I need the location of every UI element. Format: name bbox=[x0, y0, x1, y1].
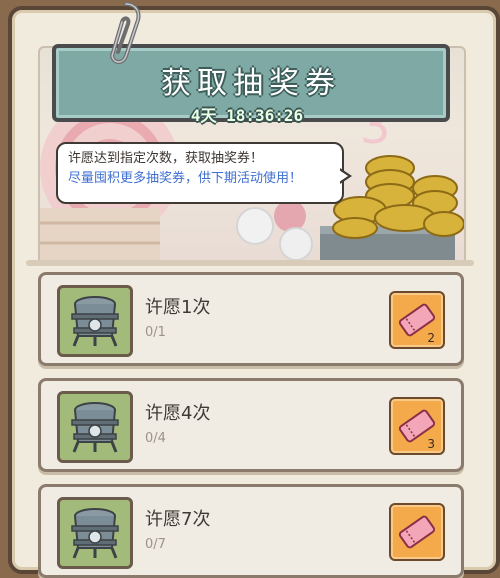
tip-line-1: 许愿达到指定次数，获取抽奖券！ bbox=[68, 151, 264, 166]
task-row-1[interactable]: 许愿1次 0/1 2 bbox=[38, 272, 464, 366]
paperclip-icon bbox=[109, 2, 141, 64]
wish-urn-icon bbox=[57, 497, 133, 569]
reward-count: 2 bbox=[427, 331, 435, 345]
wish-urn-icon bbox=[57, 391, 133, 463]
task-progress: 0/4 bbox=[145, 431, 166, 446]
reward-ticket[interactable]: 3 bbox=[389, 397, 445, 455]
task-row-3[interactable]: 许愿7次 0/7 bbox=[38, 484, 464, 578]
reward-ticket[interactable]: 2 bbox=[389, 291, 445, 349]
task-name: 许愿7次 bbox=[145, 509, 211, 530]
tip-line-2: 尽量囤积更多抽奖券，供下期活动使用！ bbox=[68, 171, 303, 186]
task-name: 许愿4次 bbox=[145, 403, 211, 424]
task-row-2[interactable]: 许愿4次 0/4 3 bbox=[38, 378, 464, 472]
task-name: 许愿1次 bbox=[145, 297, 211, 318]
reward-count: 3 bbox=[427, 437, 435, 451]
task-progress: 0/1 bbox=[145, 325, 166, 340]
bubble-tail-fill bbox=[339, 170, 348, 182]
wish-urn-icon bbox=[57, 285, 133, 357]
task-progress: 0/7 bbox=[145, 537, 166, 552]
ticket-icon bbox=[398, 515, 436, 549]
reward-ticket[interactable] bbox=[389, 503, 445, 561]
ticket-icon bbox=[398, 303, 436, 337]
ticket-icon bbox=[398, 409, 436, 443]
tip-bubble: 许愿达到指定次数，获取抽奖券！ 尽量囤积更多抽奖券，供下期活动使用！ bbox=[56, 142, 344, 204]
countdown-timer: 4天 18:36:26 bbox=[190, 106, 304, 125]
divider bbox=[26, 260, 474, 266]
